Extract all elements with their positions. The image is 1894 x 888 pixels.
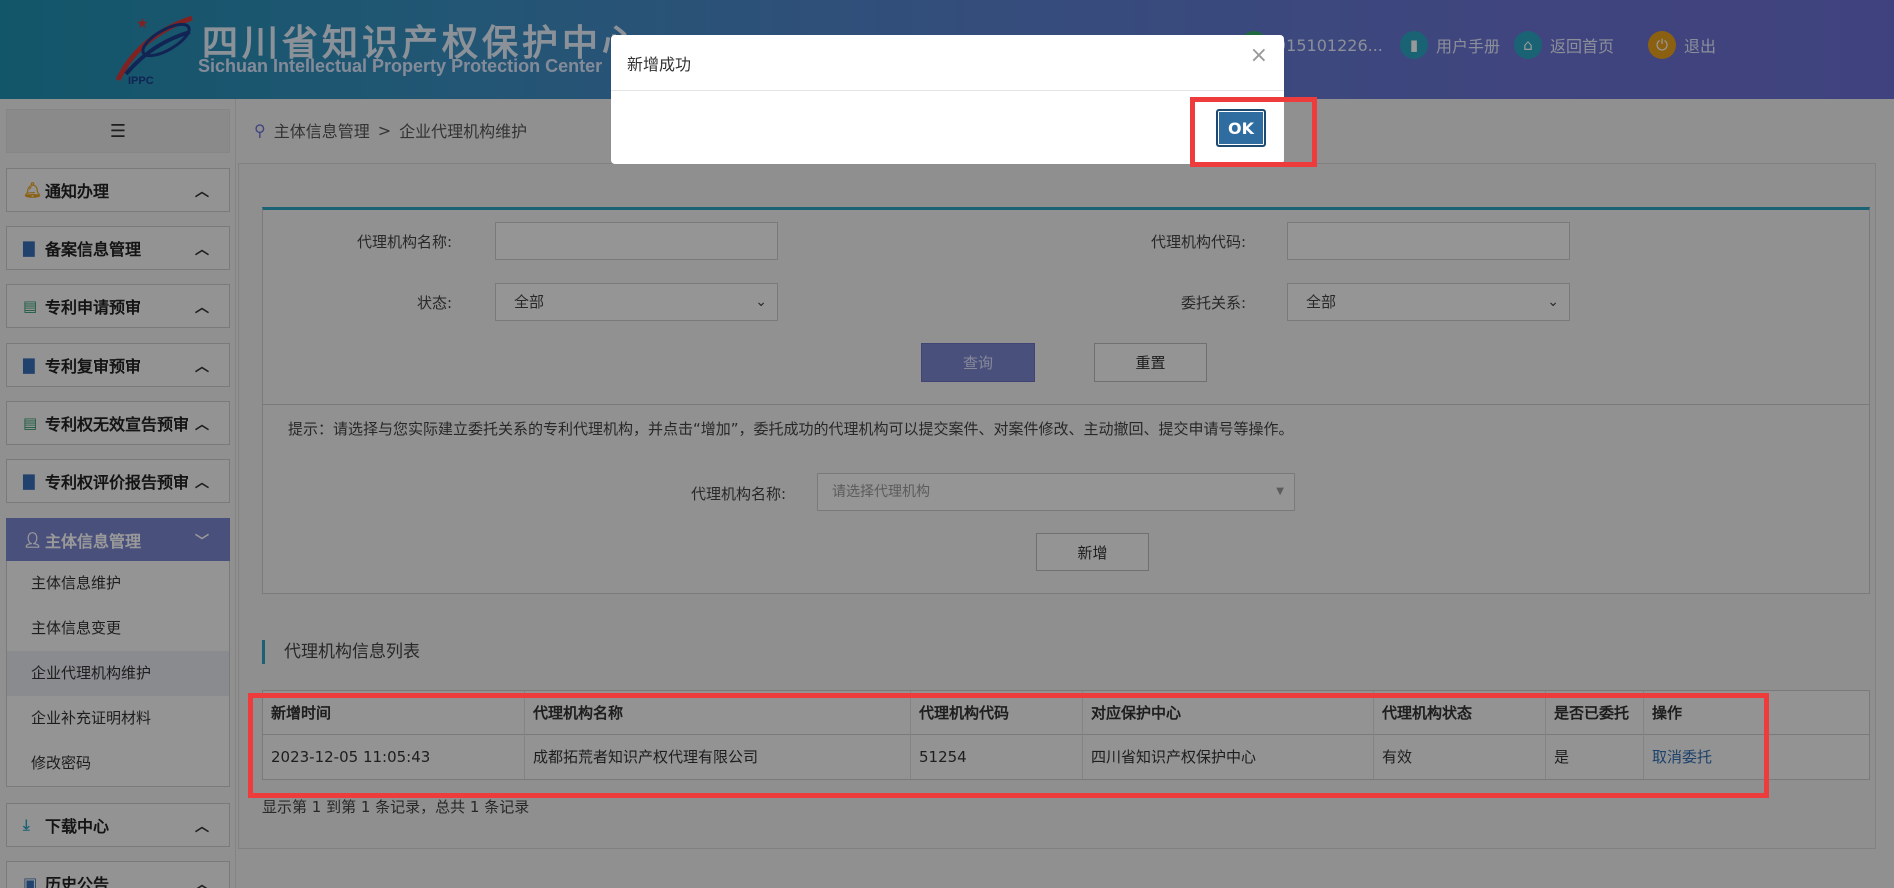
highlight-box-ok — [1190, 97, 1317, 167]
dialog-divider — [611, 90, 1284, 91]
close-icon[interactable]: × — [1250, 43, 1268, 68]
dialog-title: 新增成功 — [627, 55, 692, 74]
highlight-box-table — [248, 693, 1769, 798]
success-dialog: 新增成功 × OK — [611, 35, 1284, 164]
